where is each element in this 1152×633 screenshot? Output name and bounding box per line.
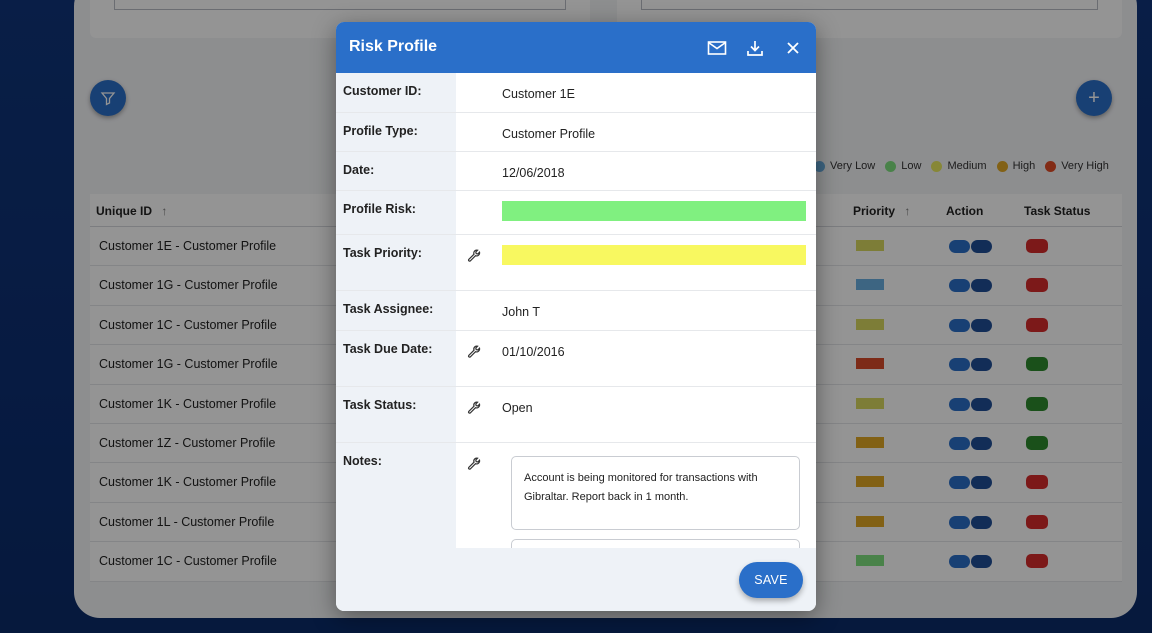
risk-profile-dialog: Risk Profile Customer ID: Customer 1E Pr… (336, 22, 816, 611)
mail-icon (707, 41, 727, 55)
download-icon (747, 41, 763, 56)
label-date: Date: (336, 152, 456, 190)
row-date: Date: 12/06/2018 (336, 152, 816, 191)
label-notes: Notes: (336, 443, 456, 548)
dialog-footer: SAVE (336, 548, 816, 611)
label-profile-type: Profile Type: (336, 113, 456, 151)
dialog-title: Risk Profile (349, 38, 438, 55)
label-task-due-date: Task Due Date: (336, 331, 456, 386)
dialog-body: Customer ID: Customer 1E Profile Type: C… (336, 73, 816, 548)
dialog-header: Risk Profile (336, 22, 816, 73)
value-profile-type: Customer Profile (502, 127, 596, 141)
value-task-due-date[interactable]: 01/10/2016 (502, 331, 816, 386)
email-button[interactable] (706, 37, 728, 59)
download-button[interactable] (744, 37, 766, 59)
value-date: 12/06/2018 (502, 166, 565, 180)
profile-risk-bar (502, 201, 806, 221)
wrench-icon[interactable] (467, 345, 481, 359)
row-profile-risk: Profile Risk: (336, 191, 816, 235)
label-task-priority: Task Priority: (336, 235, 456, 290)
label-task-status: Task Status: (336, 387, 456, 442)
task-priority-bar[interactable] (502, 245, 806, 265)
label-customer-id: Customer ID: (336, 73, 456, 112)
row-task-due-date: Task Due Date: 01/10/2016 (336, 331, 816, 387)
value-customer-id: Customer 1E (502, 87, 575, 101)
row-task-assignee: Task Assignee: John T (336, 291, 816, 331)
close-button[interactable] (782, 37, 804, 59)
row-profile-type: Profile Type: Customer Profile (336, 113, 816, 152)
wrench-icon[interactable] (467, 457, 481, 471)
value-task-assignee: John T (502, 305, 540, 319)
label-task-assignee: Task Assignee: (336, 291, 456, 330)
row-task-status: Task Status: Open (336, 387, 816, 443)
row-customer-id: Customer ID: Customer 1E (336, 73, 816, 113)
wrench-icon[interactable] (467, 401, 481, 415)
label-profile-risk: Profile Risk: (336, 191, 456, 234)
row-task-priority: Task Priority: (336, 235, 816, 291)
value-task-status[interactable]: Open (502, 387, 816, 442)
save-button[interactable]: SAVE (739, 562, 803, 598)
wrench-icon[interactable] (467, 249, 481, 263)
new-note-textarea[interactable] (511, 539, 800, 548)
row-notes: Notes: Account is being monitored for tr… (336, 443, 816, 548)
close-icon (787, 42, 799, 54)
notes-textarea[interactable]: Account is being monitored for transacti… (511, 456, 800, 530)
